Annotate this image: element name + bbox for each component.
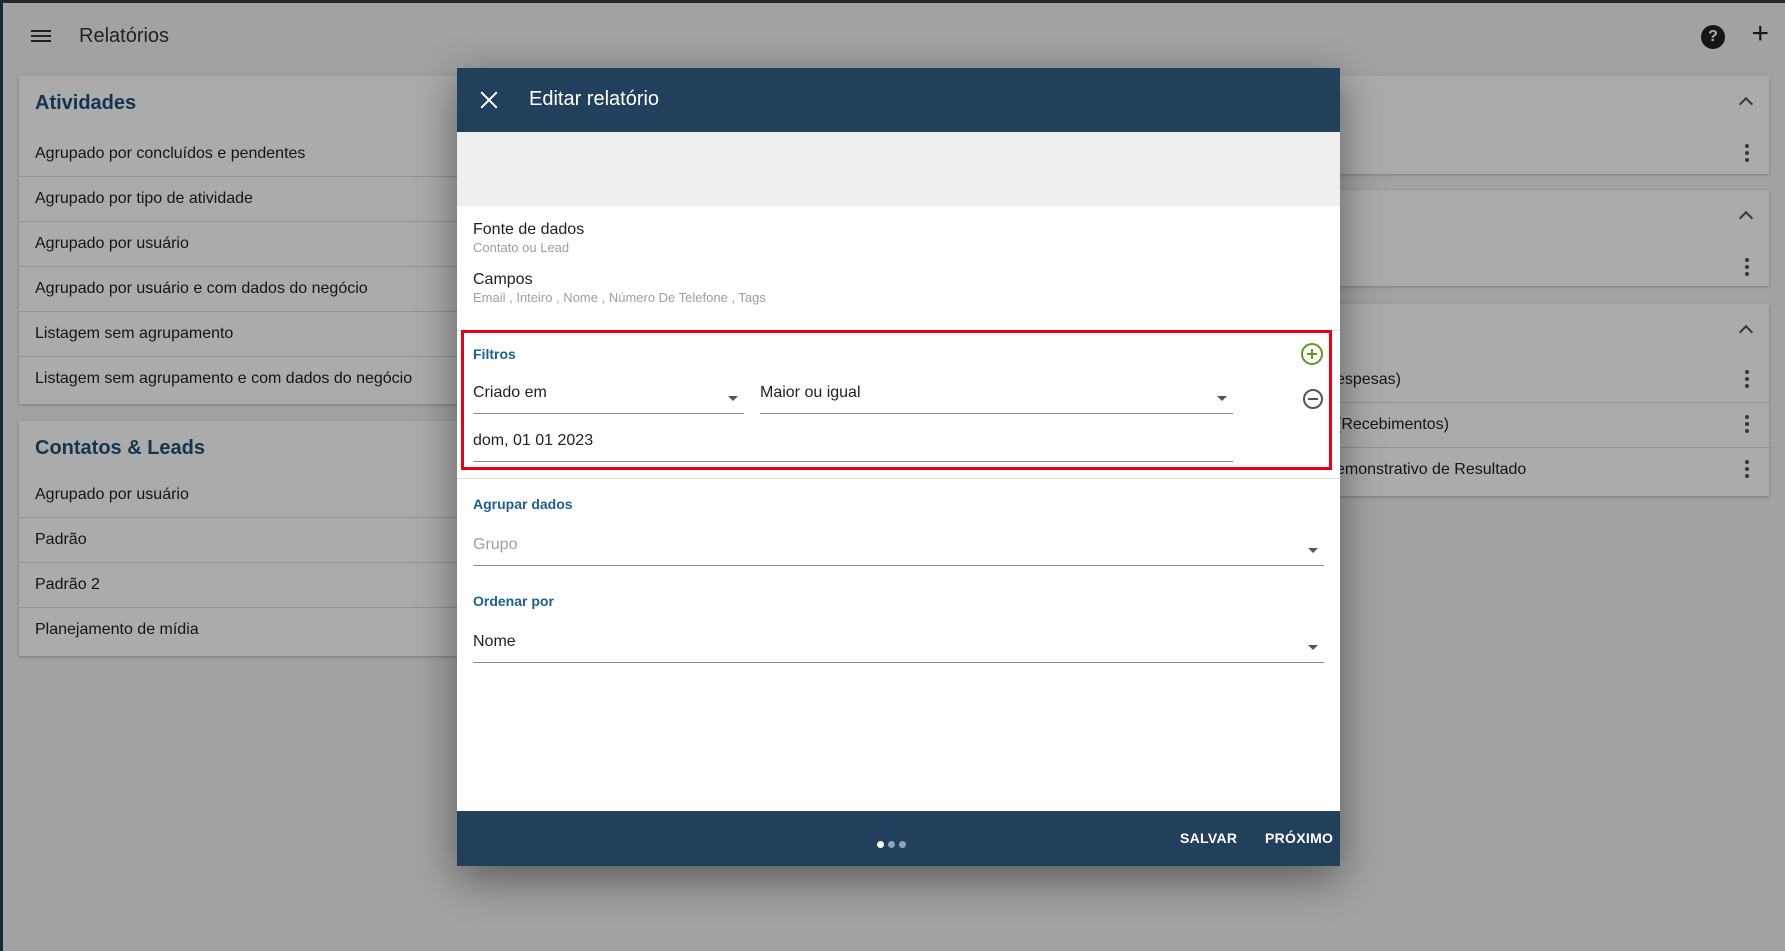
dropdown-caret-icon <box>1217 396 1227 401</box>
dialog-header: Editar relatório <box>457 68 1340 132</box>
group-select[interactable]: Grupo <box>473 528 1324 566</box>
filter-field-value: Criado em <box>473 384 547 401</box>
step-dot <box>899 841 906 848</box>
step-dot <box>877 841 884 848</box>
remove-filter-icon[interactable] <box>1303 389 1323 409</box>
filter-operator-select[interactable]: Maior ou igual <box>760 376 1233 414</box>
data-source-value: Contato ou Lead <box>473 240 570 255</box>
dropdown-caret-icon <box>1308 645 1318 650</box>
filter-operator-value: Maior ou igual <box>760 384 861 401</box>
order-value: Nome <box>473 633 516 650</box>
step-indicator <box>877 835 910 853</box>
filters-section-highlight: Filtros Criado em Maior ou igual dom, 01… <box>461 330 1332 470</box>
filter-date-value: dom, 01 01 2023 <box>473 432 594 449</box>
edit-report-dialog: Editar relatório Fonte de dados Contato … <box>457 68 1340 866</box>
fields-label: Campos <box>473 271 533 288</box>
order-label: Ordenar por <box>473 593 554 609</box>
dropdown-caret-icon <box>1308 548 1318 553</box>
fields-value: Email , Inteiro , Nome , Número De Telef… <box>473 290 766 305</box>
divider <box>457 478 1340 479</box>
close-icon[interactable] <box>479 90 499 110</box>
dialog-footer: SALVAR PRÓXIMO <box>457 811 1340 866</box>
dialog-title: Editar relatório <box>529 88 660 110</box>
add-filter-icon[interactable] <box>1301 343 1323 365</box>
data-source-label: Fonte de dados <box>473 221 585 238</box>
dropdown-caret-icon <box>728 396 738 401</box>
filters-label: Filtros <box>473 346 516 362</box>
order-select[interactable]: Nome <box>473 625 1324 663</box>
save-button[interactable]: SALVAR <box>1180 830 1237 846</box>
filter-field-select[interactable]: Criado em <box>473 376 744 414</box>
next-button[interactable]: PRÓXIMO <box>1265 830 1333 846</box>
group-label: Agrupar dados <box>473 496 573 512</box>
filter-date-input[interactable]: dom, 01 01 2023 <box>473 424 1233 462</box>
group-placeholder: Grupo <box>473 536 518 553</box>
step-dot <box>888 841 895 848</box>
